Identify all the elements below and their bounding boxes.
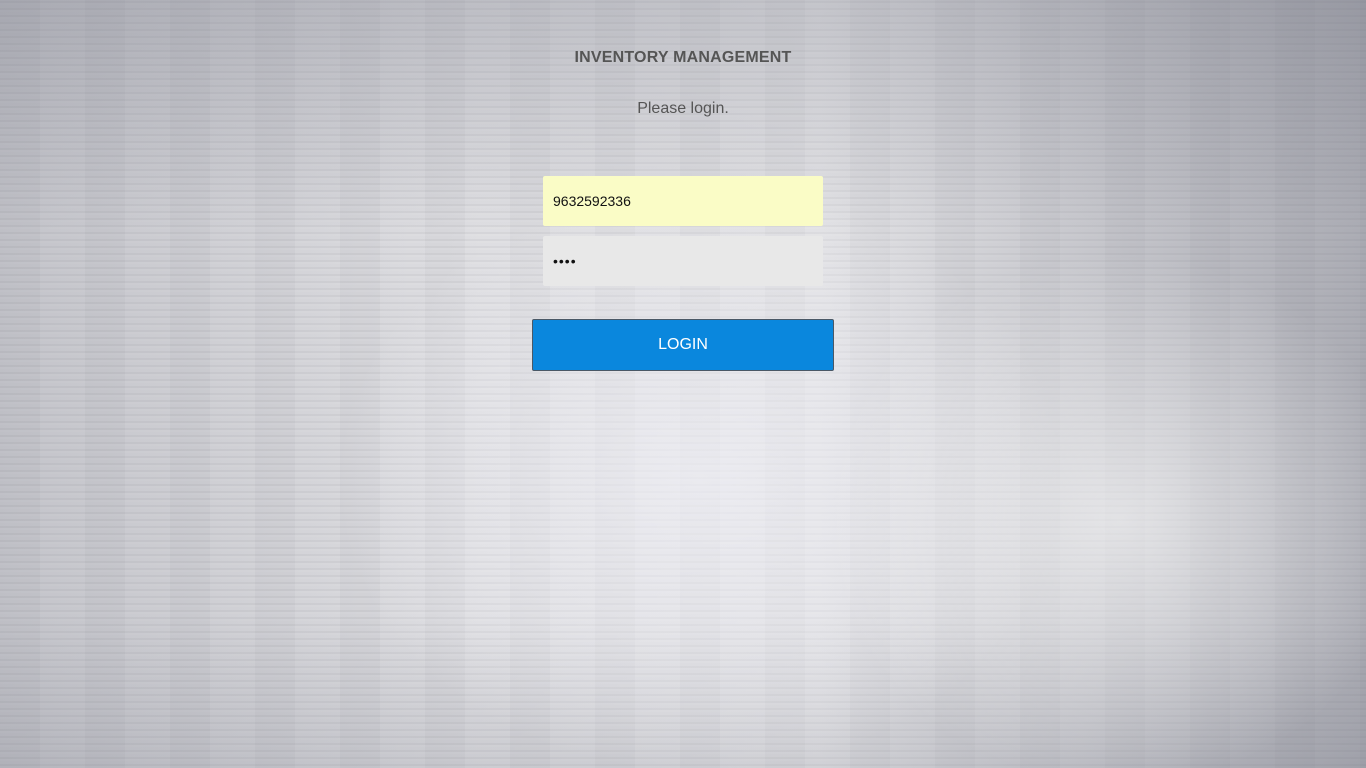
username-field[interactable] <box>543 176 823 226</box>
login-button[interactable]: LOGIN <box>532 319 834 371</box>
password-field[interactable] <box>543 236 823 286</box>
page-title: INVENTORY MANAGEMENT <box>574 49 792 66</box>
login-prompt: Please login. <box>637 100 729 117</box>
